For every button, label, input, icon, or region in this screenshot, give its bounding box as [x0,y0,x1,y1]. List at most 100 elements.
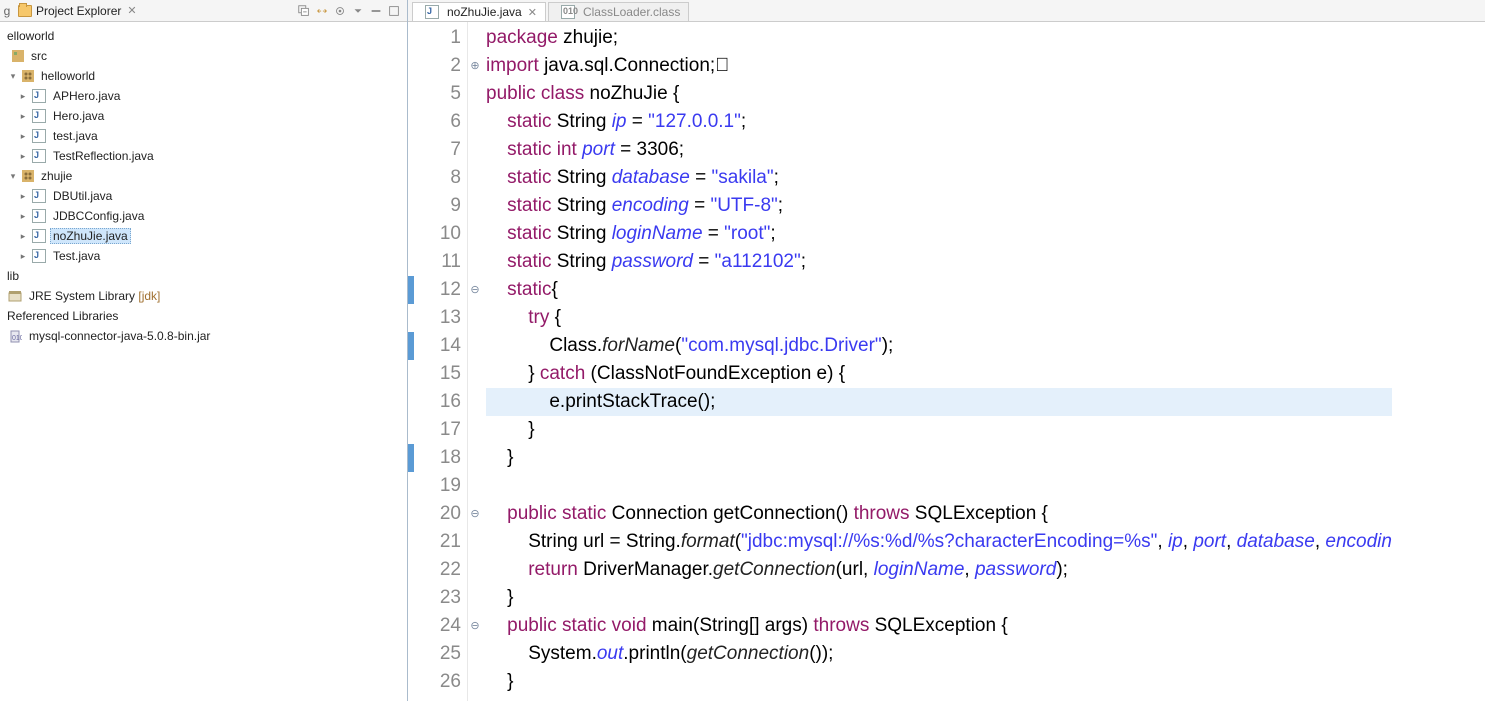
code-line[interactable]: e.printStackTrace(); [486,388,1392,416]
line-number: 2 [418,52,461,80]
java-file-icon: J [32,249,46,263]
fold-marker[interactable]: ⊖ [468,612,482,640]
fold-column[interactable]: ⊕ ⊖ ⊖ ⊖ [468,22,482,701]
folder-icon [18,5,32,17]
fold-marker [468,220,482,248]
fold-marker [468,668,482,696]
collapse-all-icon[interactable] [297,4,311,18]
close-tab-icon[interactable]: ✕ [528,6,537,19]
code-line[interactable]: return DriverManager.getConnection(url, … [486,556,1392,584]
line-number: 24 [418,612,461,640]
editor-tab[interactable]: J noZhuJie.java ✕ [412,2,546,21]
code-line[interactable]: static int port = 3306; [486,136,1392,164]
code-line[interactable]: public static Connection getConnection()… [486,500,1392,528]
fold-marker [468,388,482,416]
editor-tab[interactable]: 010 ClassLoader.class [548,2,689,21]
tree-file[interactable]: J Test.java [0,246,407,266]
code-line[interactable]: static String loginName = "root"; [486,220,1392,248]
tree-file[interactable]: J DBUtil.java [0,186,407,206]
minimize-icon[interactable] [369,4,383,18]
tree-project[interactable]: elloworld [0,26,407,46]
file-label: Test.java [50,249,103,263]
marker [408,304,418,332]
tree-jar[interactable]: 010 mysql-connector-java-5.0.8-bin.jar [0,326,407,346]
code-line[interactable]: System.out.println(getConnection()); [486,640,1392,668]
tree-lib[interactable]: lib [0,266,407,286]
code-line[interactable]: public class noZhuJie { [486,80,1392,108]
explorer-title-tab[interactable]: Project Explorer ✕ [14,4,141,18]
side-tab[interactable]: g [0,4,14,18]
view-menu-icon[interactable] [351,4,365,18]
tree-file[interactable]: J noZhuJie.java [0,226,407,246]
line-number: 20 [418,500,461,528]
link-editor-icon[interactable] [315,4,329,18]
project-tree[interactable]: elloworld src helloworld J APHero.java J… [0,22,407,701]
code-line[interactable]: } [486,416,1392,444]
line-number: 7 [418,136,461,164]
fold-marker[interactable]: ⊖ [468,500,482,528]
fold-marker [468,416,482,444]
code-line[interactable]: static{ [486,276,1392,304]
fold-marker[interactable]: ⊖ [468,276,482,304]
code-line[interactable]: Class.forName("com.mysql.jdbc.Driver"); [486,332,1392,360]
maximize-icon[interactable] [387,4,401,18]
chevron-right-icon[interactable] [18,131,28,141]
code-line[interactable]: import java.sql.Connection;⃞ [486,52,1392,80]
marker [408,332,418,360]
line-number: 9 [418,192,461,220]
tab-label: noZhuJie.java [447,5,522,19]
tree-file[interactable]: J JDBCConfig.java [0,206,407,226]
line-number: 8 [418,164,461,192]
code-text[interactable]: package zhujie;import java.sql.Connectio… [482,22,1392,701]
code-line[interactable]: static String database = "sakila"; [486,164,1392,192]
focus-icon[interactable] [333,4,347,18]
fold-marker [468,80,482,108]
chevron-right-icon[interactable] [18,91,28,101]
code-area[interactable]: 1256789101112131415161718192021222324252… [408,22,1485,701]
tree-file[interactable]: J Hero.java [0,106,407,126]
marker [408,164,418,192]
code-line[interactable]: package zhujie; [486,24,1392,52]
fold-marker[interactable]: ⊕ [468,52,482,80]
code-line[interactable]: } [486,584,1392,612]
java-file-icon: J [32,89,46,103]
explorer-header: g Project Explorer ✕ [0,0,407,22]
marker [408,416,418,444]
tree-file[interactable]: J TestReflection.java [0,146,407,166]
tree-ref-libs[interactable]: Referenced Libraries [0,306,407,326]
chevron-right-icon[interactable] [18,231,28,241]
tree-src[interactable]: src [0,46,407,66]
code-line[interactable]: } [486,444,1392,472]
tree-jre[interactable]: JRE System Library [jdk] [0,286,407,306]
project-explorer-panel: g Project Explorer ✕ elloworld src hello… [0,0,408,701]
tree-file[interactable]: J test.java [0,126,407,146]
code-line[interactable]: } [486,668,1392,696]
code-line[interactable]: static String password = "a112102"; [486,248,1392,276]
line-number-gutter: 1256789101112131415161718192021222324252… [418,22,468,701]
fold-marker [468,556,482,584]
marker [408,668,418,696]
tree-pkg-helloworld[interactable]: helloworld [0,66,407,86]
chevron-right-icon[interactable] [18,191,28,201]
line-number: 15 [418,360,461,388]
code-line[interactable]: static String ip = "127.0.0.1"; [486,108,1392,136]
code-line[interactable] [486,472,1392,500]
chevron-down-icon[interactable] [8,171,18,181]
tree-file[interactable]: J APHero.java [0,86,407,106]
marker [408,248,418,276]
close-icon[interactable]: ✕ [127,4,136,17]
chevron-right-icon[interactable] [18,211,28,221]
file-label: APHero.java [50,89,123,103]
file-label: TestReflection.java [50,149,157,163]
java-file-icon: J [32,229,46,243]
chevron-right-icon[interactable] [18,251,28,261]
code-line[interactable]: static String encoding = "UTF-8"; [486,192,1392,220]
tree-pkg-zhujie[interactable]: zhujie [0,166,407,186]
chevron-right-icon[interactable] [18,151,28,161]
code-line[interactable]: } catch (ClassNotFoundException e) { [486,360,1392,388]
code-line[interactable]: public static void main(String[] args) t… [486,612,1392,640]
chevron-right-icon[interactable] [18,111,28,121]
chevron-down-icon[interactable] [8,71,18,81]
code-line[interactable]: try { [486,304,1392,332]
code-line[interactable]: String url = String.format("jdbc:mysql:/… [486,528,1392,556]
